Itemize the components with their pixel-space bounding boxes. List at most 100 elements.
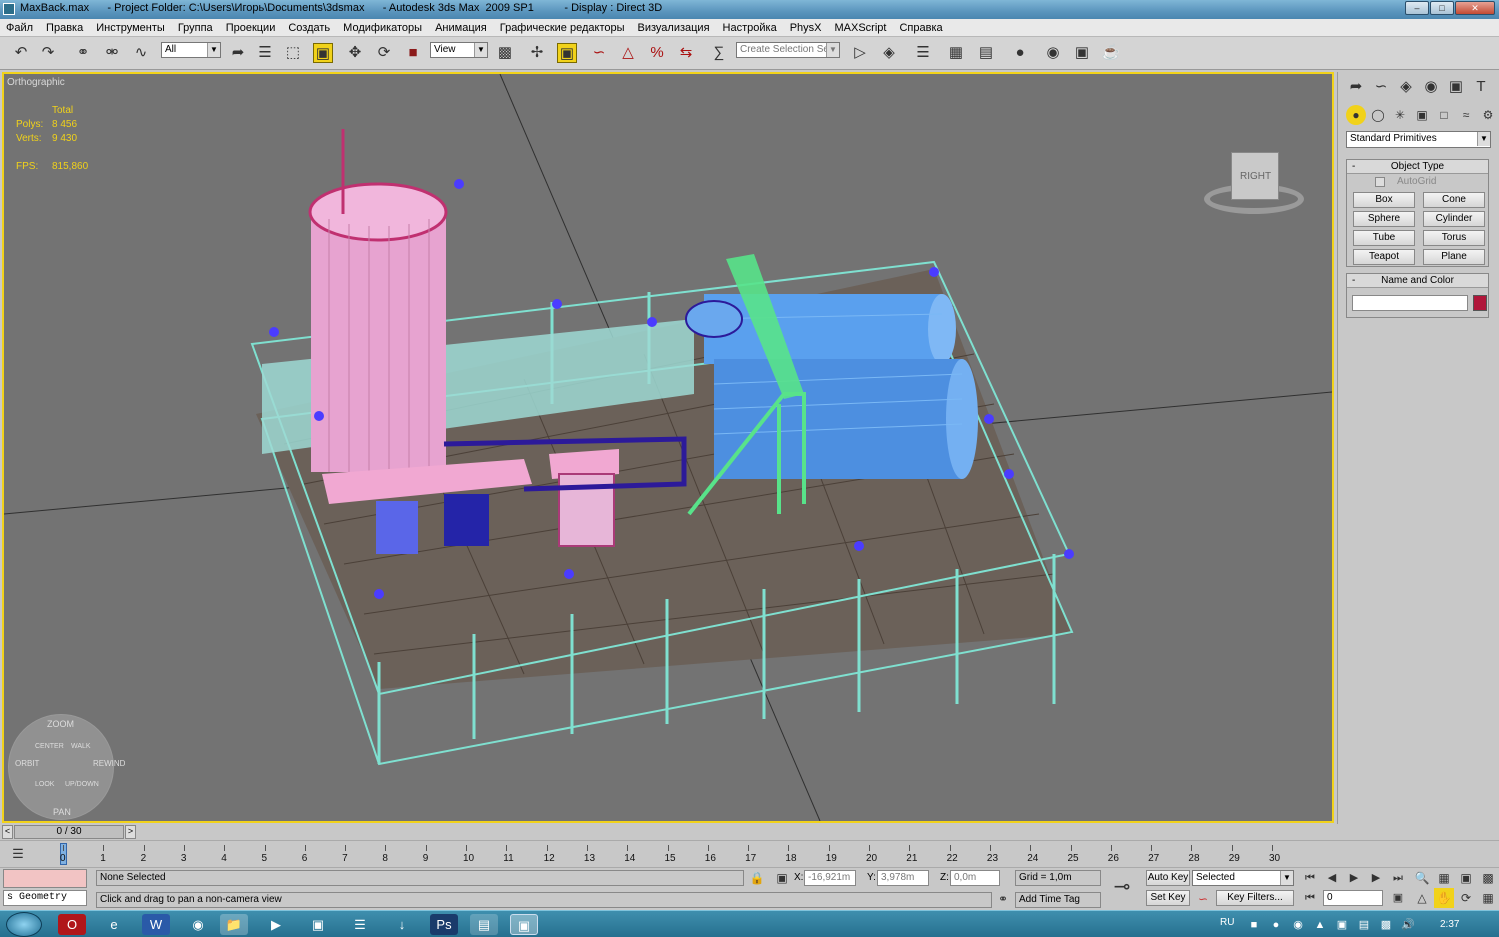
edit-named-selection-icon[interactable]: ∑: [709, 43, 729, 63]
wheel-rewind[interactable]: REWIND: [93, 759, 125, 768]
menu-item[interactable]: Правка: [46, 22, 83, 34]
render-setup-icon[interactable]: ▣: [1072, 43, 1092, 63]
clock[interactable]: 2:37: [1440, 919, 1459, 930]
go-to-start-icon[interactable]: ⏮: [1300, 868, 1320, 888]
key-mode-toggle-icon[interactable]: ⏮: [1300, 888, 1320, 908]
spacewarps-icon[interactable]: ≈: [1456, 105, 1476, 125]
download-icon[interactable]: ↓: [388, 914, 416, 935]
app-icon-stack[interactable]: ▤: [470, 914, 498, 935]
field-of-view-icon[interactable]: △: [1412, 888, 1432, 908]
torus-button[interactable]: Torus: [1423, 230, 1485, 246]
create-tab-icon[interactable]: ➦: [1346, 77, 1366, 97]
maximize-viewport-icon[interactable]: ▦: [1478, 888, 1498, 908]
z-coordinate-field[interactable]: 0,0m: [950, 870, 1000, 886]
angle-snap-icon[interactable]: △: [618, 43, 638, 63]
previous-frame-icon[interactable]: ◀: [1322, 868, 1342, 888]
ie-icon[interactable]: e: [100, 914, 128, 935]
object-name-field[interactable]: [1352, 295, 1468, 311]
menu-item[interactable]: Графические редакторы: [500, 22, 625, 34]
mirror-icon[interactable]: ▷: [850, 43, 870, 63]
viewcube[interactable]: RIGHT: [1199, 134, 1309, 214]
named-selection-set-dropdown[interactable]: Create Selection Set ▼: [736, 42, 840, 58]
y-coordinate-field[interactable]: 3,978m: [877, 870, 929, 886]
go-to-end-icon[interactable]: ⏭: [1388, 868, 1408, 888]
orbit-icon[interactable]: ⟳: [1456, 888, 1476, 908]
zoom-extents-icon[interactable]: ▣: [1456, 868, 1476, 888]
menu-item[interactable]: Группа: [178, 22, 213, 34]
network-icon[interactable]: ▤: [1354, 915, 1374, 935]
teapot-button[interactable]: Teapot: [1353, 249, 1415, 265]
key-mode-dropdown[interactable]: Selected ▼: [1192, 870, 1294, 886]
graphite-ribbon-icon[interactable]: ▦: [946, 43, 966, 63]
select-and-link-icon[interactable]: ⚭: [73, 43, 93, 63]
time-slider[interactable]: 0 / 30: [14, 825, 124, 839]
window-crossing-icon[interactable]: ▣: [313, 43, 333, 63]
menu-item[interactable]: PhysX: [790, 22, 822, 34]
material-editor-icon[interactable]: ◉: [1043, 43, 1063, 63]
set-key-button[interactable]: Set Key: [1146, 890, 1190, 906]
zoom-extents-all-icon[interactable]: ▩: [1478, 868, 1498, 888]
monitor-icon[interactable]: ▩: [1376, 915, 1396, 935]
opera-icon[interactable]: O: [58, 914, 86, 935]
geometry-icon[interactable]: ●: [1346, 105, 1366, 125]
menu-item[interactable]: Модификаторы: [343, 22, 422, 34]
app-icon[interactable]: [3, 3, 15, 15]
helpers-icon[interactable]: □: [1434, 105, 1454, 125]
isolation-icon[interactable]: ⚭: [993, 889, 1013, 909]
time-prev-button[interactable]: <: [2, 825, 13, 839]
bind-spacewarp-icon[interactable]: ∿: [131, 43, 151, 63]
next-frame-icon[interactable]: ▶: [1366, 868, 1386, 888]
keyboard-shortcut-override-icon[interactable]: ▣: [557, 43, 577, 63]
unlink-icon[interactable]: ⚮: [102, 43, 122, 63]
key-filters-button[interactable]: Key Filters...: [1216, 890, 1294, 906]
tray-icon[interactable]: ■: [1244, 915, 1264, 935]
mini-curve-editor-icon[interactable]: ☰: [8, 844, 28, 864]
display-tab-icon[interactable]: ▣: [1446, 77, 1466, 97]
systems-icon[interactable]: ⚙: [1478, 105, 1498, 125]
menu-item[interactable]: MAXScript: [835, 22, 887, 34]
lock-icon[interactable]: 🔒: [747, 868, 767, 888]
media-player-icon[interactable]: ▶: [262, 914, 290, 935]
layer-manager-icon[interactable]: ☰: [913, 43, 933, 63]
set-key-icon[interactable]: ⊸: [1112, 877, 1132, 897]
viewcube-face[interactable]: RIGHT: [1231, 152, 1279, 200]
maxscript-mini-field[interactable]: s Geometry: [3, 890, 87, 906]
track-bar[interactable]: ☰ 0 1 2 3 4 5 6 7 8 9 10 11 12 13 14 15 16 17 18 19 20 21 22 23…: [0, 840, 1499, 867]
lights-icon[interactable]: ✳: [1390, 105, 1410, 125]
motion-tab-icon[interactable]: ◉: [1421, 77, 1441, 97]
menu-item[interactable]: Проекции: [226, 22, 276, 34]
wheel-pan[interactable]: PAN: [53, 807, 71, 817]
select-manipulate-icon[interactable]: ✢: [527, 43, 547, 63]
select-and-scale-icon[interactable]: ■: [403, 43, 423, 63]
tray-icon[interactable]: ◉: [1288, 915, 1308, 935]
utilities-tab-icon[interactable]: T: [1471, 77, 1491, 97]
select-and-rotate-icon[interactable]: ⟳: [374, 43, 394, 63]
tray-icon[interactable]: ●: [1266, 915, 1286, 935]
wheel-center[interactable]: CENTER: [35, 743, 64, 750]
key-tangent-icon[interactable]: ∽: [1193, 889, 1213, 909]
redo-icon[interactable]: ↷: [38, 43, 58, 63]
reference-coordinate-dropdown[interactable]: View ▼: [430, 42, 488, 58]
menu-item[interactable]: Справка: [899, 22, 942, 34]
time-configuration-icon[interactable]: ▣: [1388, 888, 1408, 908]
wheel-look[interactable]: LOOK: [35, 781, 54, 788]
select-and-move-icon[interactable]: ✥: [345, 43, 365, 63]
category-dropdown[interactable]: Standard Primitives ▼: [1346, 131, 1491, 148]
hierarchy-tab-icon[interactable]: ◈: [1396, 77, 1416, 97]
add-time-tag[interactable]: Add Time Tag: [1015, 892, 1101, 908]
plane-button[interactable]: Plane: [1423, 249, 1485, 265]
photoshop-icon[interactable]: Ps: [430, 914, 458, 935]
x-coordinate-field[interactable]: -16,921m: [804, 870, 856, 886]
maxscript-listener-mini[interactable]: [3, 869, 87, 888]
3dsmax-task-icon[interactable]: ▣: [510, 914, 538, 935]
menu-item[interactable]: Создать: [288, 22, 330, 34]
wheel-orbit[interactable]: ORBIT: [15, 759, 39, 768]
cameras-icon[interactable]: ▣: [1412, 105, 1432, 125]
align-icon[interactable]: ◈: [879, 43, 899, 63]
chrome-icon[interactable]: ◉: [184, 914, 212, 935]
select-by-name-icon[interactable]: ☰: [255, 43, 275, 63]
shapes-icon[interactable]: ◯: [1368, 105, 1388, 125]
name-and-color-header[interactable]: - Name and Color: [1347, 274, 1488, 288]
volume-icon[interactable]: 🔊: [1398, 915, 1418, 935]
menu-item[interactable]: Визуализация: [638, 22, 710, 34]
